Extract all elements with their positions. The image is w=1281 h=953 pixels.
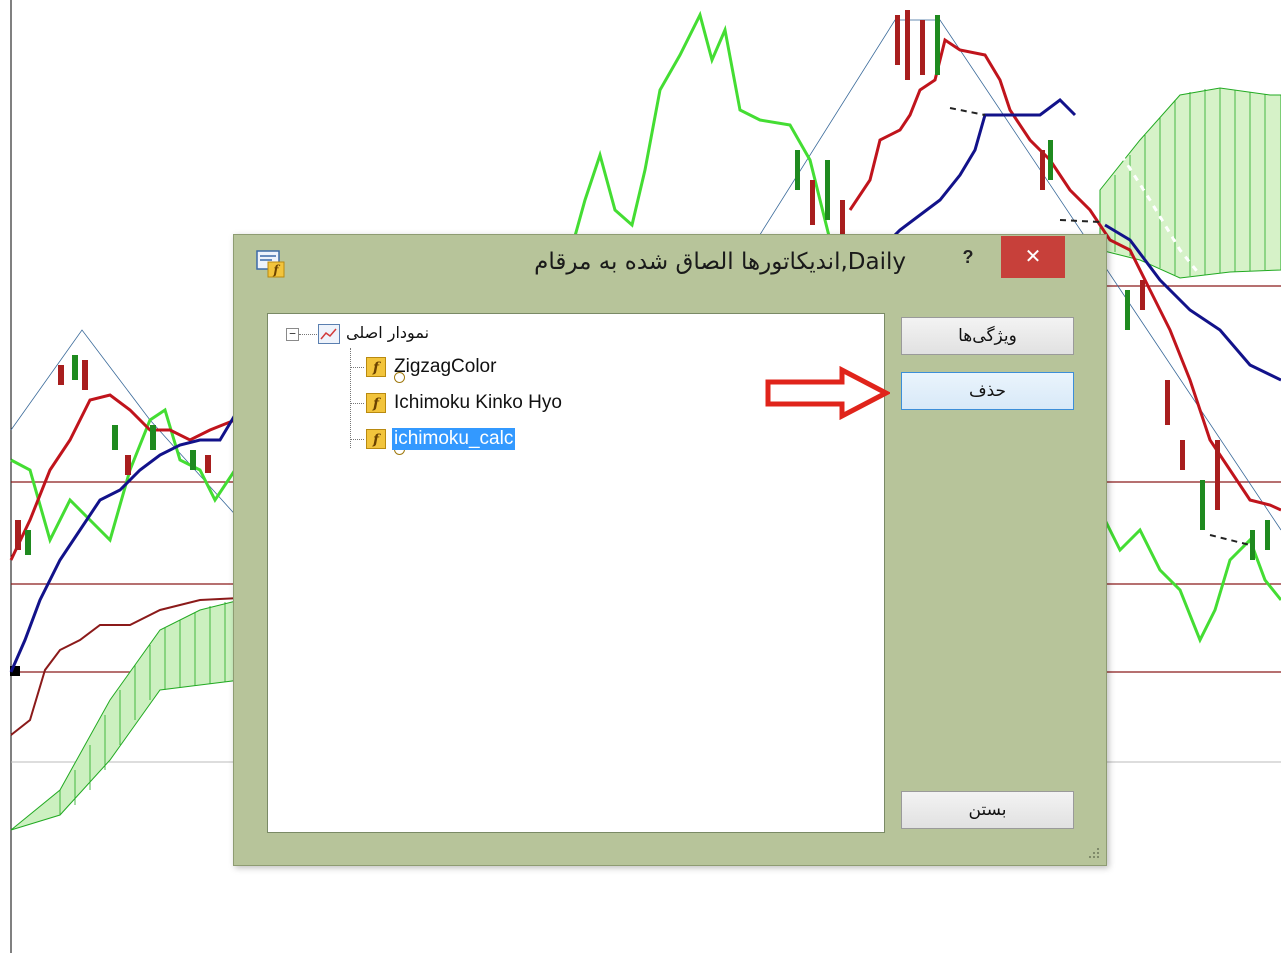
tree-root-label: نمودار اصلی [346,323,430,342]
help-button[interactable]: ? [956,245,980,269]
tree-connector [350,367,364,368]
chikou-line-left [10,407,237,545]
custom-indicator-icon: f [366,429,405,455]
indicators-dialog: f Daily,اندیکاتورها الصاق شده به مرقام ?… [233,234,1107,866]
indicator-icon: f [366,393,386,413]
tree-vertical-connector [350,348,351,448]
properties-button[interactable]: ویژگی‌ها [901,317,1074,355]
chikou-line-right [573,10,832,241]
annotation-arrow-icon [765,366,890,420]
custom-indicator-icon: f [366,357,405,383]
dialog-titlebar[interactable]: f Daily,اندیکاتورها الصاق شده به مرقام ?… [234,235,1106,297]
chart-window-icon [318,324,340,344]
tree-item-label-selected: ichimoku_calc [392,428,516,450]
collapse-icon[interactable]: − [286,328,299,341]
close-window-button[interactable]: ✕ [1001,236,1065,278]
tree-connector [350,403,364,404]
tree-connector [299,334,317,335]
tree-connector [350,439,364,440]
resize-grip-icon[interactable] [1086,845,1100,859]
close-button[interactable]: بستن [901,791,1074,829]
zigzag-line [10,329,241,521]
indicator-window-icon: f [256,250,285,278]
dialog-title: Daily,اندیکاتورها الصاق شده به مرقام [534,249,906,275]
tree-item-label: ZigzagColor [394,356,497,377]
tree-item-label: Ichimoku Kinko Hyo [394,392,562,413]
kumo-cloud-left [10,599,241,831]
delete-button[interactable]: حذف [901,372,1074,410]
